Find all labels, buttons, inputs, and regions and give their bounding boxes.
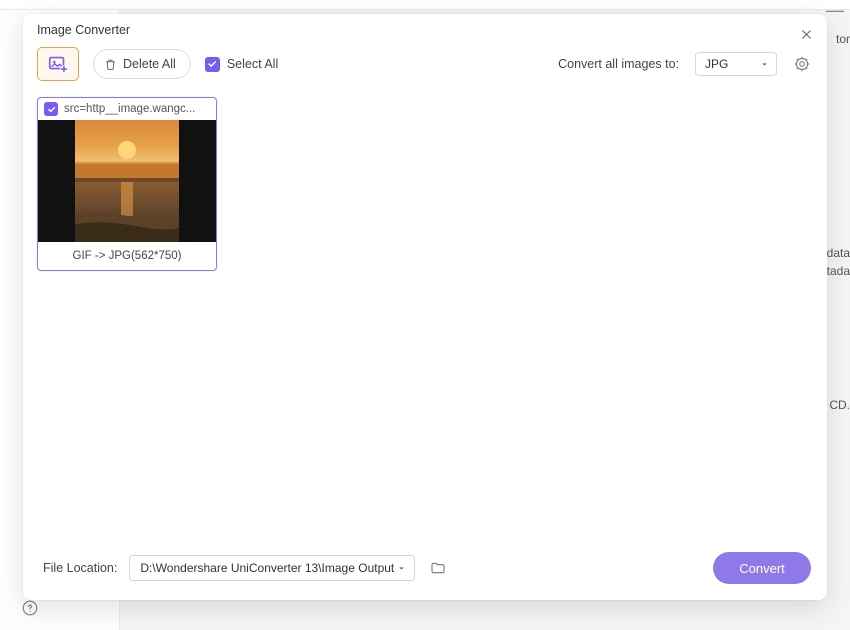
image-converter-dialog: Image Converter Delete All Select All Co… (23, 14, 827, 600)
format-value: JPG (705, 57, 728, 71)
convert-button-label: Convert (739, 561, 785, 576)
dialog-title: Image Converter (23, 14, 827, 43)
help-icon[interactable] (20, 598, 40, 618)
delete-all-label: Delete All (123, 57, 176, 71)
folder-icon (430, 560, 446, 576)
image-item-header: src=http__image.wangc... (38, 98, 216, 120)
sunset-image (75, 120, 179, 242)
file-location-label: File Location: (43, 561, 117, 575)
add-images-button[interactable] (37, 47, 79, 81)
open-folder-button[interactable] (427, 557, 449, 579)
image-thumbnail (38, 120, 216, 242)
trash-icon (104, 58, 117, 71)
item-checkbox[interactable] (44, 102, 58, 116)
select-all-label: Select All (227, 57, 278, 71)
output-format-select[interactable]: JPG (695, 52, 777, 76)
settings-button[interactable] (791, 53, 813, 75)
close-button[interactable] (795, 23, 817, 45)
add-image-icon (47, 53, 69, 75)
dialog-footer: File Location: D:\Wondershare UniConvert… (23, 540, 827, 600)
minimize-icon[interactable]: — (826, 0, 844, 21)
bg-right-text: tor (836, 32, 850, 46)
convert-to-label: Convert all images to: (558, 57, 679, 71)
chevron-down-icon (397, 564, 406, 573)
checkbox-icon (205, 57, 220, 72)
file-location-path: D:\Wondershare UniConverter 13\Image Out… (140, 561, 394, 575)
image-conversion-label: GIF -> JPG(562*750) (38, 242, 216, 270)
app-topbar (0, 0, 850, 10)
bg-right-text: CD. (829, 398, 850, 412)
gear-icon (793, 55, 811, 73)
image-item[interactable]: src=http__image.wangc... (37, 97, 217, 271)
convert-button[interactable]: Convert (713, 552, 811, 584)
toolbar: Delete All Select All Convert all images… (23, 43, 827, 91)
select-all-checkbox[interactable]: Select All (205, 57, 278, 72)
file-location-select[interactable]: D:\Wondershare UniConverter 13\Image Out… (129, 555, 415, 581)
image-filename: src=http__image.wangc... (64, 103, 210, 115)
bg-right-text: data (827, 246, 850, 260)
chevron-down-icon (760, 60, 769, 69)
close-icon (800, 28, 813, 41)
delete-all-button[interactable]: Delete All (93, 49, 191, 79)
image-gallery: src=http__image.wangc... (23, 91, 827, 540)
